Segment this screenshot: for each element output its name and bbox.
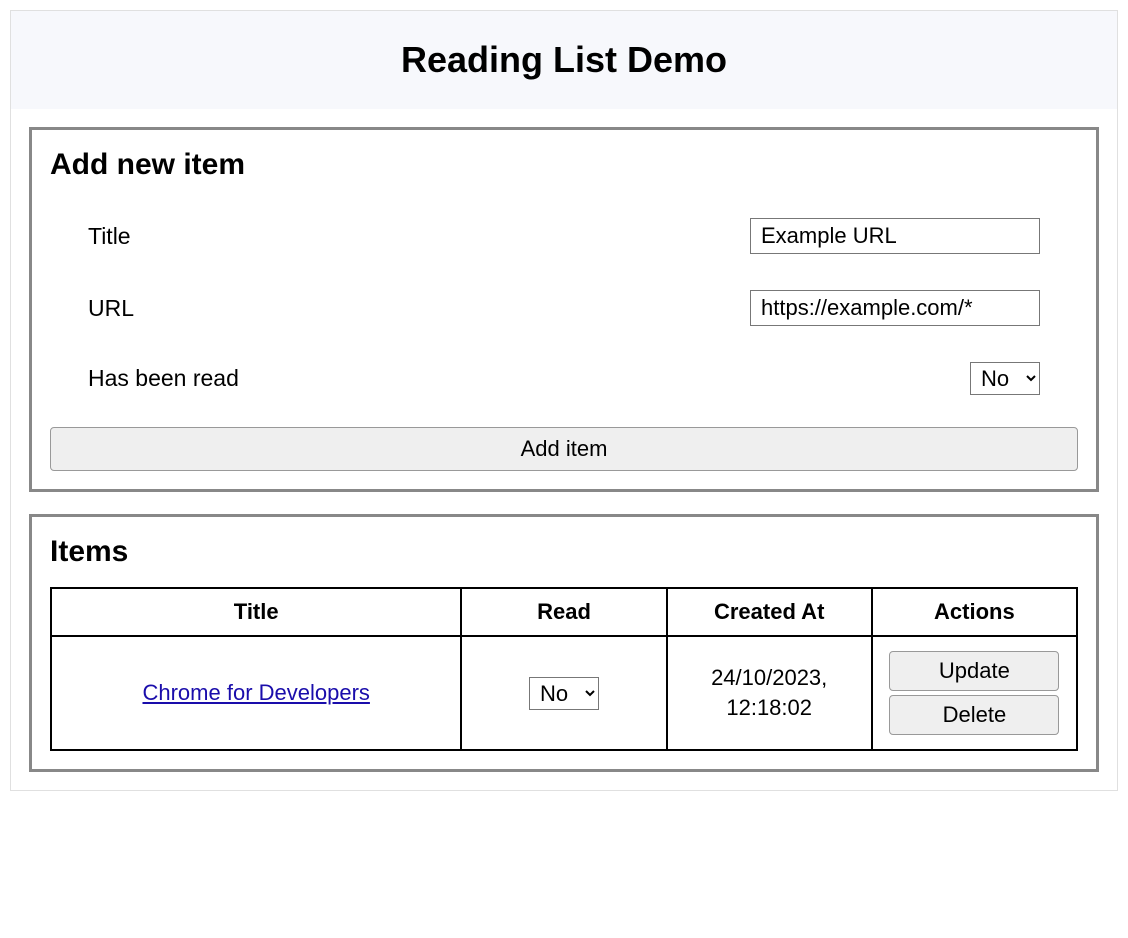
table-row: Chrome for Developers NoYes 24/10/2023, … bbox=[51, 636, 1077, 750]
app-container: Reading List Demo Add new item Title URL… bbox=[10, 10, 1118, 791]
app-header: Reading List Demo bbox=[11, 11, 1117, 109]
row-title-cell: Chrome for Developers bbox=[51, 636, 461, 750]
col-read: Read bbox=[461, 588, 666, 636]
url-row: URL bbox=[50, 272, 1078, 344]
col-actions: Actions bbox=[872, 588, 1077, 636]
title-input[interactable] bbox=[750, 218, 1040, 254]
table-header-row: Title Read Created At Actions bbox=[51, 588, 1077, 636]
add-item-button[interactable]: Add item bbox=[50, 427, 1078, 471]
row-read-cell: NoYes bbox=[461, 636, 666, 750]
created-date: 24/10/2023, bbox=[711, 665, 827, 690]
row-read-select[interactable]: NoYes bbox=[529, 677, 599, 710]
created-time: 12:18:02 bbox=[726, 695, 812, 720]
row-actions-cell: Update Delete bbox=[872, 636, 1077, 750]
update-button[interactable]: Update bbox=[889, 651, 1059, 691]
title-label: Title bbox=[88, 223, 131, 250]
title-row: Title bbox=[50, 200, 1078, 272]
read-row: Has been read NoYes bbox=[50, 344, 1078, 413]
app-content: Add new item Title URL Has been read NoY… bbox=[11, 109, 1117, 790]
delete-button[interactable]: Delete bbox=[889, 695, 1059, 735]
page-title: Reading List Demo bbox=[21, 39, 1107, 81]
add-item-panel: Add new item Title URL Has been read NoY… bbox=[29, 127, 1099, 492]
url-input[interactable] bbox=[750, 290, 1040, 326]
read-label: Has been read bbox=[88, 365, 239, 392]
col-title: Title bbox=[51, 588, 461, 636]
read-select[interactable]: NoYes bbox=[970, 362, 1040, 395]
items-panel: Items Title Read Created At Actions Chro… bbox=[29, 514, 1099, 772]
col-created: Created At bbox=[667, 588, 872, 636]
item-link[interactable]: Chrome for Developers bbox=[142, 680, 369, 705]
items-heading: Items bbox=[50, 535, 1078, 569]
url-label: URL bbox=[88, 295, 134, 322]
items-table: Title Read Created At Actions Chrome for… bbox=[50, 587, 1078, 751]
add-item-heading: Add new item bbox=[50, 148, 1078, 182]
row-created-cell: 24/10/2023, 12:18:02 bbox=[667, 636, 872, 750]
